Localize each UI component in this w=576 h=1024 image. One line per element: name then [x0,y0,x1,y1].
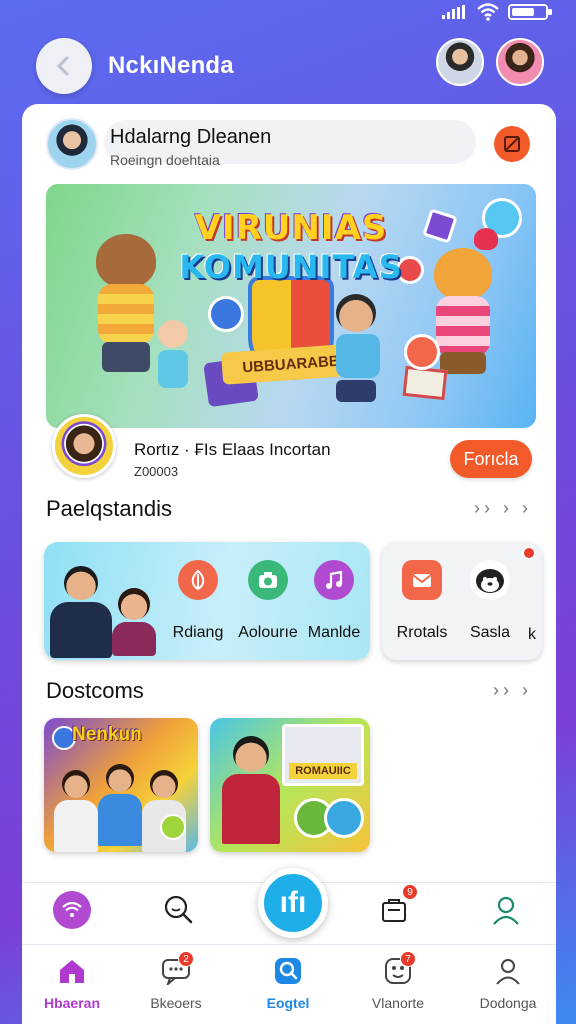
bag-button[interactable]: 9 [372,884,418,932]
promo-subtitle: Z00003 [134,464,179,479]
hero-banner[interactable]: UBBUARABB VIRUNIAS KOMUNITAS [46,184,536,428]
status-bar [0,0,576,24]
chart-icon [324,798,364,838]
profile-row[interactable]: Hdalarng Dleanen Roeingn doehtaia [46,118,532,174]
notification-dot [522,546,536,560]
nav-item-chat[interactable]: 2 Bkeoers [126,951,226,1011]
leaf-icon [160,814,186,840]
category-overflow-label: k [528,626,536,643]
category-label: Manlde [307,624,361,641]
category-label: Rdiang [172,624,224,641]
top-bar: NckıNenda [36,36,548,94]
nav-label: Vlanorte [371,995,425,1011]
nav-item-profile[interactable]: Dodonga [458,955,556,1011]
post-label: Nenkun [72,724,142,745]
avatar[interactable] [52,414,116,478]
section-title: Paelqstandis [46,496,172,521]
category-label: Rrotals [396,624,448,641]
profile-subtitle: Roeingn doehtaia [110,152,220,168]
profile-icon [493,896,519,925]
category-label: Sasla [469,624,511,641]
block-icon [504,136,520,152]
notification-badge: 7 [400,951,416,967]
signal-icon [442,5,465,19]
profile-action-button[interactable] [494,126,530,162]
avatar[interactable] [436,38,484,86]
category-item[interactable]: Rrotals [386,560,458,642]
game-icon: 7 [382,951,416,987]
search-icon [164,895,193,924]
wifi-icon [53,891,91,929]
category-item[interactable]: Manlde [298,560,370,642]
avatar[interactable] [46,118,98,170]
post-label: ROMAUIIC [289,763,357,779]
category-item[interactable]: Aolourıe [232,560,304,642]
search-icon [272,955,304,987]
camera-icon [248,560,288,600]
bottom-nav: Hbaeran 2 Bkeoers Eogtel 7 Vlanorte Dodo… [22,944,556,1024]
person-illustration [222,736,280,852]
nav-item-games[interactable]: 7 Vlanorte [348,951,448,1011]
nav-item-home[interactable]: Hbaeran [22,955,122,1011]
wifi-icon [477,3,499,21]
app-title: NckıNenda [108,52,234,79]
category-item[interactable]: Sasla [454,560,526,642]
lock-icon [208,296,244,332]
category-item[interactable]: Rdiang [162,560,234,642]
post-card[interactable]: ROMAUIIC [210,718,370,852]
post-card[interactable]: Nenkun [44,718,198,852]
nav-label: Hbaeran [43,995,101,1011]
nav-label: Eogtel [266,995,310,1011]
see-more-link[interactable]: ›› › › [474,498,532,519]
promo-name: Rortız · ₣Is Elaas Incortan [134,440,331,459]
quick-actions: ıfı 9 [22,868,556,946]
home-icon [56,955,88,987]
search-button[interactable] [156,888,200,932]
bag-icon [382,899,406,922]
section-title: Dostcoms [46,678,144,703]
people-illustration [50,552,162,658]
avatar[interactable] [496,38,544,86]
promo-button[interactable]: Forıcla [450,440,532,478]
category-card[interactable]: Rdiang Aolourıe Manlde [44,542,370,660]
chevron-left-icon [56,56,69,76]
category-label: Aolourıe [238,624,298,641]
wifi-button[interactable] [50,888,94,932]
notification-badge: 9 [402,884,418,900]
dog-icon [470,560,510,600]
banner-subtitle: KOMUNITAS [179,248,403,286]
child-illustration [336,294,382,404]
promo-row: Rortız · ₣Is Elaas Incortan Z00003 Forıc… [52,414,532,480]
leaf-icon [178,560,218,600]
mail-icon [402,560,442,600]
nav-label: Dodonga [479,995,537,1011]
back-button[interactable] [36,38,92,94]
target-icon [404,334,440,370]
category-card[interactable]: Rrotals Sasla k [382,542,542,660]
nav-item-search[interactable]: Eogtel [238,955,338,1011]
notification-badge: 2 [178,951,194,967]
chat-icon: 2 [160,951,194,987]
profile-button[interactable] [484,888,528,932]
photo-thumbnail: ROMAUIIC [282,724,364,786]
nav-label: Bkeoers [150,995,202,1011]
child-illustration [158,320,190,390]
banner-title: VIRUNIAS [194,208,388,248]
book-illustration [402,365,448,401]
music-icon [314,560,354,600]
battery-icon [508,4,552,20]
create-button[interactable]: ıfı [258,868,328,938]
see-more-link[interactable]: ›› › [493,680,532,701]
profile-name: Hdalarng Dleanen [110,126,272,148]
profile-icon [492,955,524,987]
main-card: Hdalarng Dleanen Roeingn doehtaia UBBUAR… [22,104,556,1024]
